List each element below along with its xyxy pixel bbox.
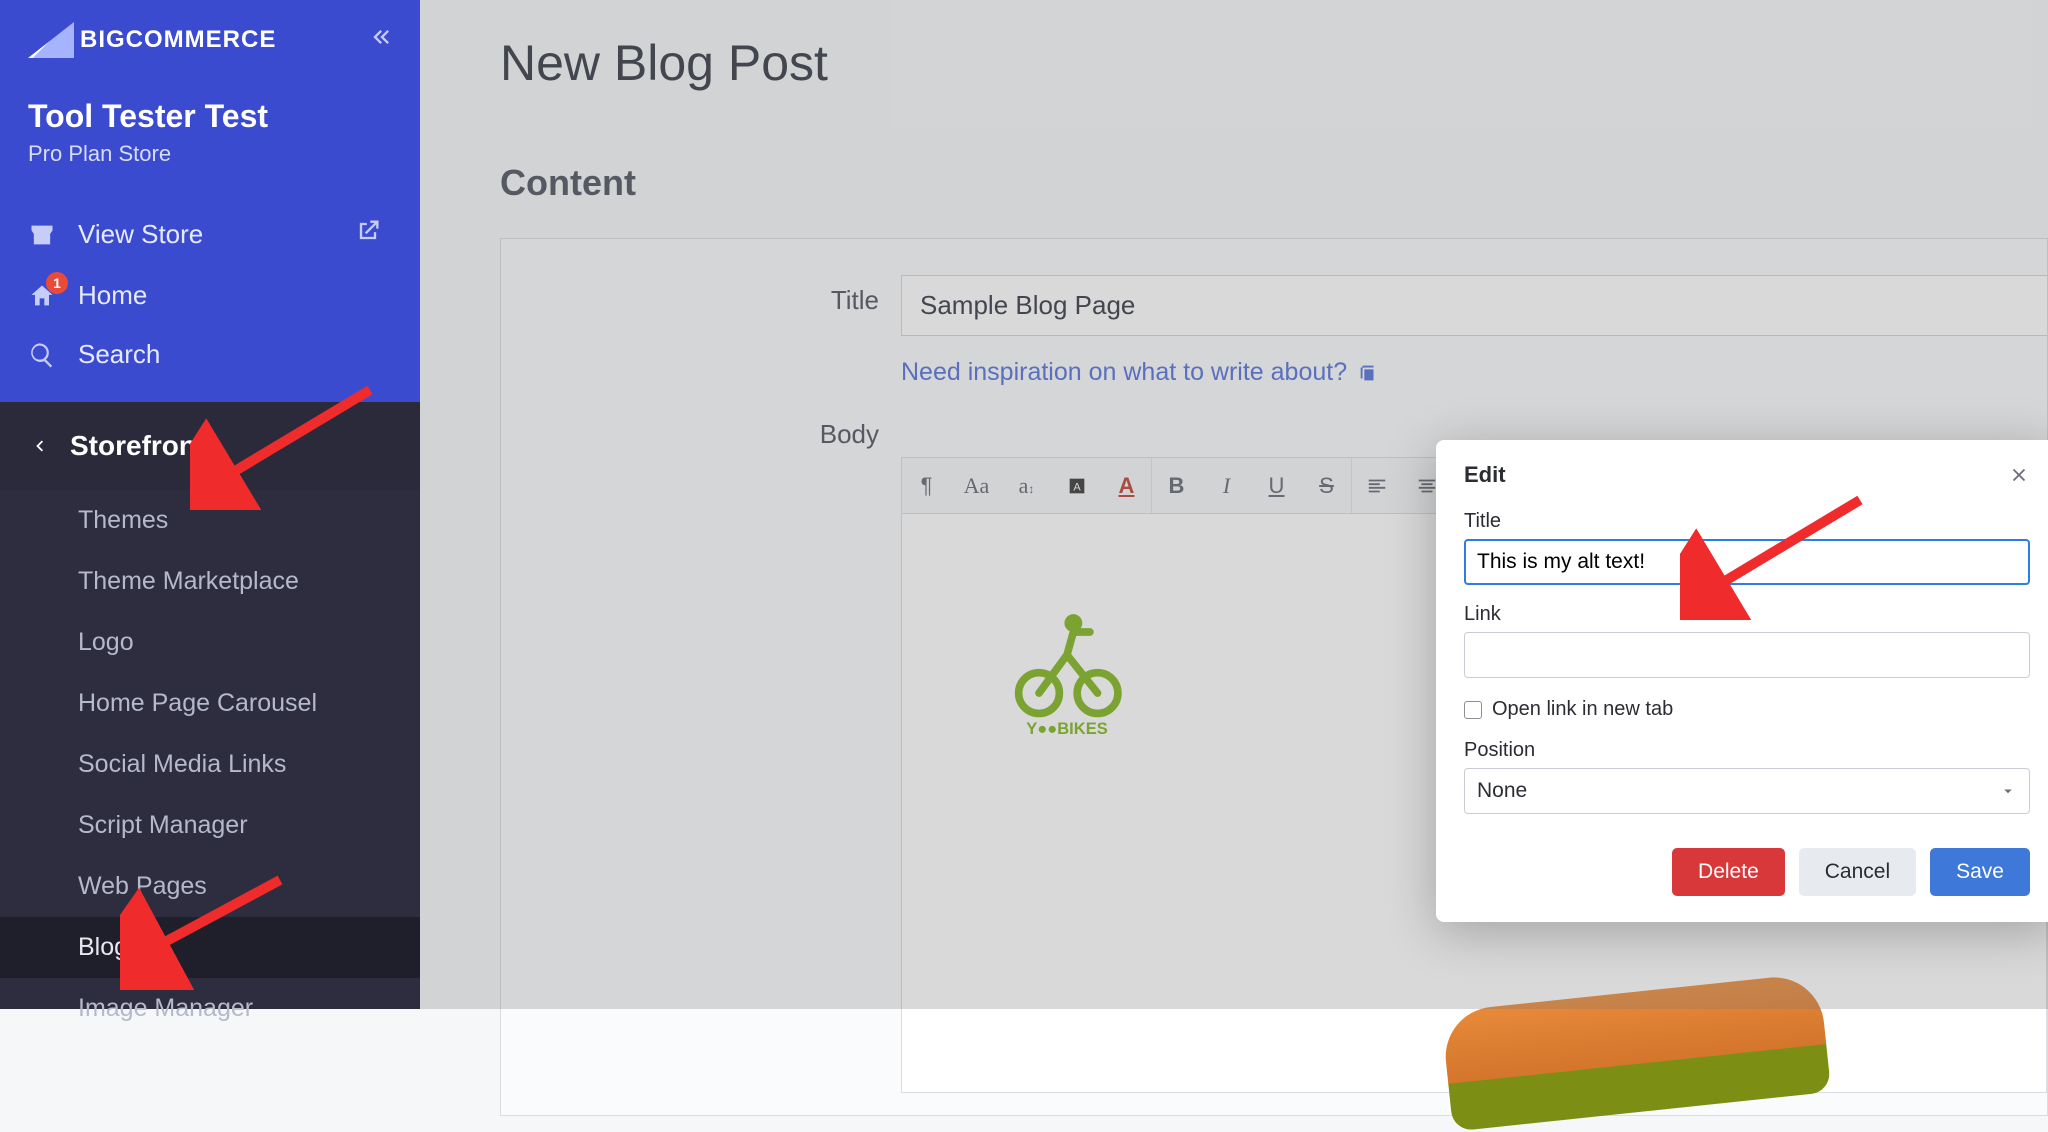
modal-newtab-row[interactable]: Open link in new tab	[1464, 698, 2030, 721]
sidebar-item-script-manager[interactable]: Script Manager	[0, 795, 420, 856]
modal-position-select[interactable]: None	[1464, 768, 2030, 814]
modal-newtab-label: Open link in new tab	[1492, 698, 1673, 721]
sidebar-item-home-page-carousel[interactable]: Home Page Carousel	[0, 673, 420, 734]
edit-modal: Edit Title Link Open link in new tab Pos…	[1436, 440, 2048, 922]
modal-heading: Edit	[1464, 462, 1506, 488]
chevron-left-icon	[28, 435, 50, 457]
sidebar-item-theme-marketplace[interactable]: Theme Marketplace	[0, 551, 420, 612]
modal-newtab-checkbox[interactable]	[1464, 701, 1482, 719]
brand-row: BIGCOMMERCE	[28, 22, 392, 58]
brand-rest: COMMERCE	[126, 26, 277, 53]
chevron-down-icon	[1999, 782, 2017, 800]
modal-footer: Delete Cancel Save	[1464, 848, 2030, 896]
save-button[interactable]: Save	[1930, 848, 2030, 896]
sidebar-top: BIGCOMMERCE Tool Tester Test Pro Plan St…	[0, 0, 420, 402]
modal-title-input[interactable]	[1464, 539, 2030, 585]
home-label: Home	[78, 280, 147, 311]
modal-position-value: None	[1477, 779, 1527, 803]
store-name: Tool Tester Test	[28, 98, 392, 135]
search-icon	[28, 341, 56, 369]
delete-button[interactable]: Delete	[1672, 848, 1785, 896]
home-badge: 1	[46, 272, 68, 294]
close-icon	[2008, 464, 2030, 486]
modal-header: Edit	[1464, 462, 2030, 488]
modal-position-label: Position	[1464, 739, 2030, 762]
store-plan: Pro Plan Store	[28, 141, 392, 167]
brand-text: BIGCOMMERCE	[80, 26, 276, 54]
modal-link-label: Link	[1464, 603, 2030, 626]
view-store-label: View Store	[78, 219, 203, 250]
modal-close-button[interactable]	[2008, 464, 2030, 486]
section-title: Storefront	[70, 430, 205, 462]
home-link[interactable]: 1 Home	[28, 266, 392, 325]
top-links: View Store 1 Home Search	[28, 203, 392, 384]
section-items: Themes Theme Marketplace Logo Home Page …	[0, 490, 420, 1039]
brand-big: BIG	[80, 26, 126, 53]
sidebar-item-blog[interactable]: Blog	[0, 917, 420, 978]
modal-title-label: Title	[1464, 510, 2030, 533]
sidebar-item-social-media-links[interactable]: Social Media Links	[0, 734, 420, 795]
collapse-sidebar-icon[interactable]	[364, 23, 392, 58]
brand-mark-icon	[28, 22, 74, 58]
storefront-icon	[28, 221, 56, 249]
search-link[interactable]: Search	[28, 325, 392, 384]
sidebar-item-themes[interactable]: Themes	[0, 490, 420, 551]
sidebar-item-logo[interactable]: Logo	[0, 612, 420, 673]
external-link-icon	[354, 217, 382, 252]
sidebar: BIGCOMMERCE Tool Tester Test Pro Plan St…	[0, 0, 420, 1009]
modal-link-input[interactable]	[1464, 632, 2030, 678]
cancel-button[interactable]: Cancel	[1799, 848, 1916, 896]
section-storefront[interactable]: Storefront	[0, 402, 420, 490]
sidebar-item-web-pages[interactable]: Web Pages	[0, 856, 420, 917]
view-store-link[interactable]: View Store	[28, 203, 392, 266]
search-label: Search	[78, 339, 160, 370]
brand-logo: BIGCOMMERCE	[28, 22, 276, 58]
